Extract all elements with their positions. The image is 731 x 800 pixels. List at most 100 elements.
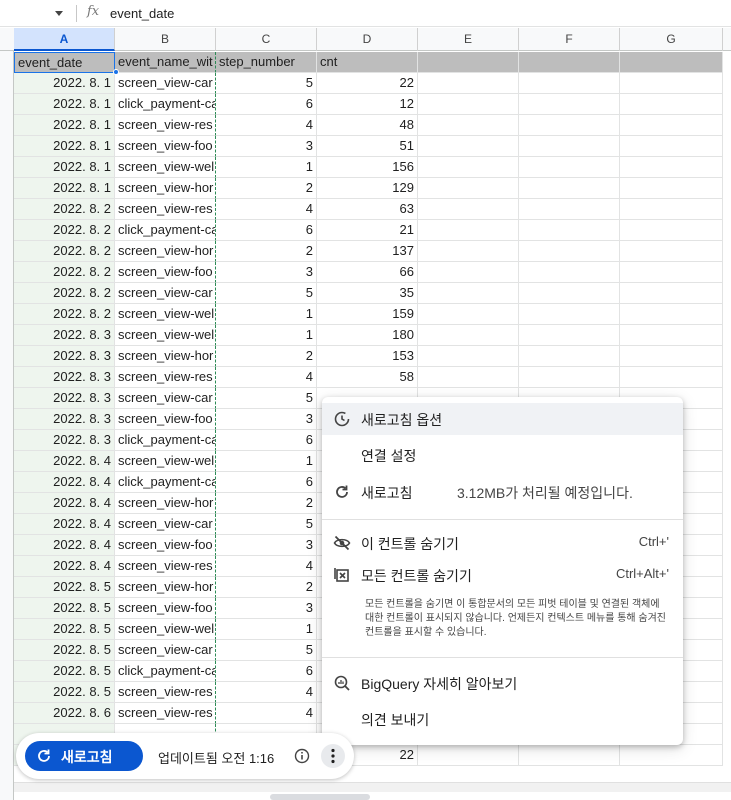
- cell-cnt[interactable]: 58: [317, 367, 418, 388]
- empty-cell[interactable]: [519, 304, 620, 325]
- empty-cell[interactable]: [519, 367, 620, 388]
- cell-event-date[interactable]: 2022. 8. 5: [14, 682, 115, 703]
- empty-cell[interactable]: [418, 157, 519, 178]
- cell-cnt[interactable]: 137: [317, 241, 418, 262]
- cell-step-number[interactable]: 3: [216, 409, 317, 430]
- cell-step-number[interactable]: 6: [216, 94, 317, 115]
- menu-item-refresh[interactable]: 새로고침 3.12MB가 처리될 예정입니다.: [322, 476, 683, 508]
- cell-event-date[interactable]: 2022. 8. 5: [14, 619, 115, 640]
- cell-step-number[interactable]: 5: [216, 388, 317, 409]
- cell-event-date[interactable]: 2022. 8. 3: [14, 409, 115, 430]
- cell-step-number[interactable]: 1: [216, 619, 317, 640]
- empty-cell[interactable]: [519, 283, 620, 304]
- cell-event-name[interactable]: screen_view-foo: [115, 535, 216, 556]
- cell-step-number[interactable]: 3: [216, 535, 317, 556]
- cell-event-date[interactable]: 2022. 8. 1: [14, 94, 115, 115]
- cell-step-number[interactable]: step_number: [216, 52, 317, 73]
- empty-cell[interactable]: [620, 367, 723, 388]
- column-header-e[interactable]: E: [418, 28, 519, 51]
- empty-cell[interactable]: [418, 283, 519, 304]
- cell-step-number[interactable]: 5: [216, 283, 317, 304]
- cell-step-number[interactable]: 3: [216, 136, 317, 157]
- menu-item-hide-all-controls[interactable]: 모든 컨트롤 숨기기 Ctrl+Alt+': [322, 559, 683, 591]
- cell-event-date[interactable]: 2022. 8. 4: [14, 535, 115, 556]
- cell-event-date[interactable]: 2022. 8. 2: [14, 262, 115, 283]
- cell-cnt[interactable]: 159: [317, 304, 418, 325]
- empty-cell[interactable]: [620, 325, 723, 346]
- menu-item-refresh-options[interactable]: 새로고침 옵션: [322, 403, 683, 435]
- cell-cnt[interactable]: 63: [317, 199, 418, 220]
- cell-step-number[interactable]: 4: [216, 115, 317, 136]
- empty-cell[interactable]: [418, 199, 519, 220]
- cell-event-name[interactable]: screen_view-wel: [115, 304, 216, 325]
- empty-cell[interactable]: [620, 52, 723, 73]
- cell-event-date[interactable]: 2022. 8. 3: [14, 388, 115, 409]
- cell-event-date[interactable]: 2022. 8. 4: [14, 514, 115, 535]
- empty-cell[interactable]: [620, 157, 723, 178]
- cell-step-number[interactable]: 4: [216, 703, 317, 724]
- cell-event-date[interactable]: event_date: [14, 52, 115, 73]
- empty-cell[interactable]: [519, 199, 620, 220]
- empty-cell[interactable]: [620, 115, 723, 136]
- horizontal-scrollbar-thumb[interactable]: [270, 794, 370, 800]
- cell-event-name[interactable]: screen_view-wel: [115, 157, 216, 178]
- cell-cnt[interactable]: 129: [317, 178, 418, 199]
- empty-cell[interactable]: [519, 346, 620, 367]
- empty-cell[interactable]: [418, 94, 519, 115]
- cell-step-number[interactable]: 6: [216, 220, 317, 241]
- cell-event-name[interactable]: screen_view-res: [115, 703, 216, 724]
- empty-cell[interactable]: [519, 115, 620, 136]
- cell-step-number[interactable]: 5: [216, 73, 317, 94]
- cell-cnt[interactable]: 35: [317, 283, 418, 304]
- cell-cnt[interactable]: 153: [317, 346, 418, 367]
- empty-cell[interactable]: [418, 115, 519, 136]
- cell-event-name[interactable]: screen_view-wel: [115, 619, 216, 640]
- cell-step-number[interactable]: 2: [216, 346, 317, 367]
- cell-step-number[interactable]: 2: [216, 241, 317, 262]
- cell-event-date[interactable]: 2022. 8. 1: [14, 157, 115, 178]
- empty-cell[interactable]: [418, 52, 519, 73]
- empty-cell[interactable]: [519, 262, 620, 283]
- empty-cell[interactable]: [620, 241, 723, 262]
- cell-step-number[interactable]: 5: [216, 514, 317, 535]
- horizontal-scrollbar-track[interactable]: [14, 782, 731, 792]
- column-header-b[interactable]: B: [115, 28, 216, 51]
- cell-step-number[interactable]: 4: [216, 367, 317, 388]
- empty-cell[interactable]: [519, 94, 620, 115]
- cell-event-name[interactable]: screen_view-foo: [115, 598, 216, 619]
- cell-step-number[interactable]: 2: [216, 493, 317, 514]
- cell-event-date[interactable]: 2022. 8. 2: [14, 220, 115, 241]
- cell-step-number[interactable]: 4: [216, 556, 317, 577]
- cell-cnt[interactable]: cnt: [317, 52, 418, 73]
- menu-item-hide-this-control[interactable]: 이 컨트롤 숨기기 Ctrl+': [322, 527, 683, 559]
- menu-item-send-feedback[interactable]: 의견 보내기: [322, 703, 683, 735]
- cell-event-name[interactable]: screen_view-res: [115, 115, 216, 136]
- empty-cell[interactable]: [620, 94, 723, 115]
- info-icon[interactable]: [294, 748, 310, 764]
- empty-cell[interactable]: [418, 367, 519, 388]
- empty-cell[interactable]: [418, 178, 519, 199]
- column-header-f[interactable]: F: [519, 28, 620, 51]
- empty-cell[interactable]: [620, 136, 723, 157]
- empty-cell[interactable]: [519, 241, 620, 262]
- cell-event-name[interactable]: screen_view-foo: [115, 136, 216, 157]
- cell-event-date[interactable]: 2022. 8. 2: [14, 304, 115, 325]
- cell-cnt[interactable]: 180: [317, 325, 418, 346]
- cell-event-date[interactable]: 2022. 8. 4: [14, 451, 115, 472]
- cell-step-number[interactable]: 4: [216, 199, 317, 220]
- more-options-button[interactable]: [321, 744, 345, 768]
- cell-event-date[interactable]: 2022. 8. 2: [14, 241, 115, 262]
- cell-step-number[interactable]: 6: [216, 430, 317, 451]
- cell-event-name[interactable]: screen_view-hor: [115, 241, 216, 262]
- cell-event-date[interactable]: 2022. 8. 1: [14, 73, 115, 94]
- cell-event-date[interactable]: 2022. 8. 2: [14, 283, 115, 304]
- empty-cell[interactable]: [620, 304, 723, 325]
- cell-event-date[interactable]: 2022. 8. 5: [14, 577, 115, 598]
- cell-event-date[interactable]: 2022. 8. 6: [14, 703, 115, 724]
- cell-cnt[interactable]: 12: [317, 94, 418, 115]
- cell-event-date[interactable]: 2022. 8. 1: [14, 115, 115, 136]
- cell-event-date[interactable]: 2022. 8. 5: [14, 598, 115, 619]
- empty-cell[interactable]: [620, 745, 723, 766]
- empty-cell[interactable]: [519, 157, 620, 178]
- cell-event-date[interactable]: 2022. 8. 5: [14, 640, 115, 661]
